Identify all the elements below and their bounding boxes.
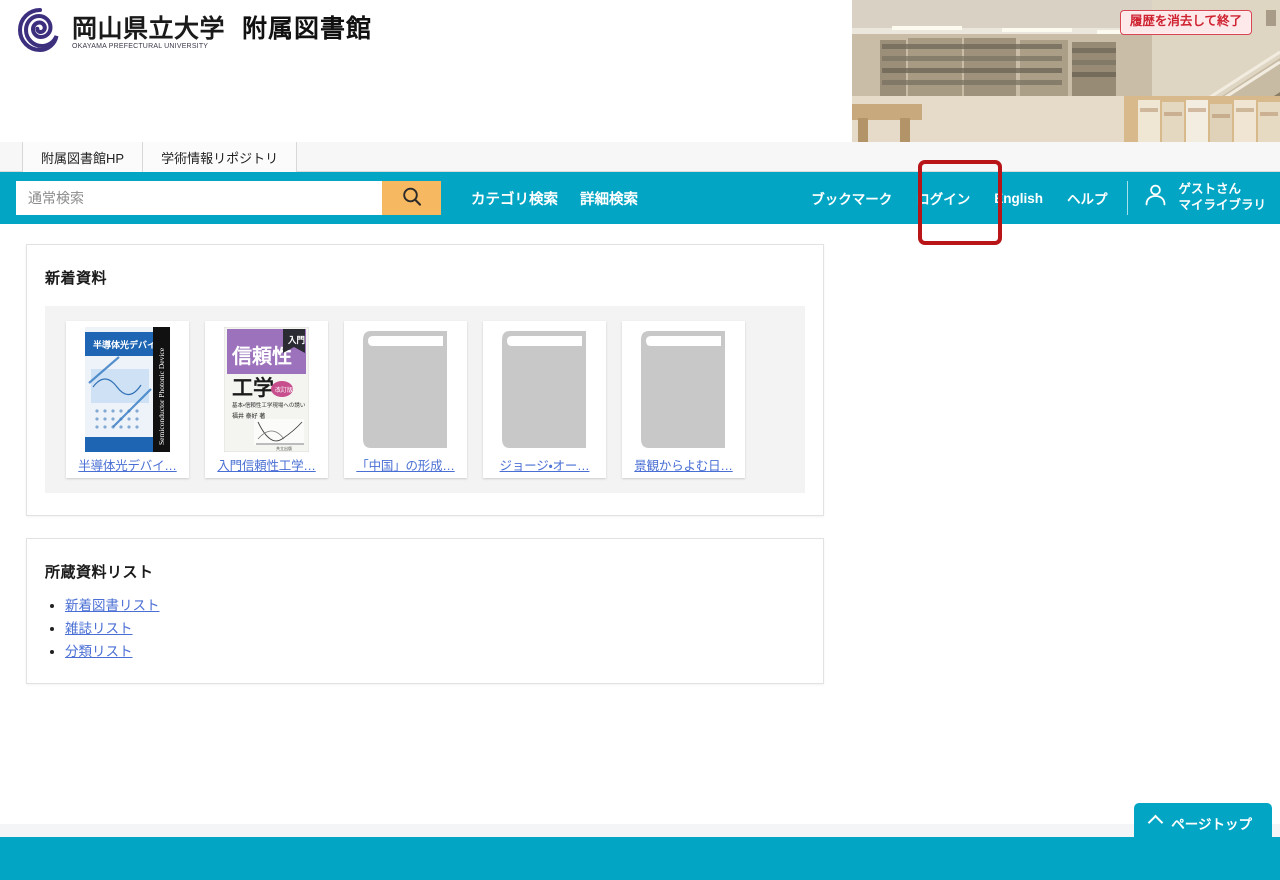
book-card[interactable]: ジョージ・オー…	[483, 321, 606, 479]
list-item: 分類リスト	[65, 640, 823, 661]
library-name: 附属図書館	[242, 15, 373, 44]
svg-text:工学: 工学	[232, 376, 274, 400]
holdings-list-panel: 所蔵資料リスト 新着図書リスト 雑誌リスト 分類リスト	[26, 538, 824, 685]
utility-links: ブックマーク ログイン English ヘルプ	[811, 188, 1107, 208]
placeholder-book-icon	[489, 327, 600, 454]
mylibrary-button[interactable]: ゲストさん マイライブラリ	[1142, 182, 1272, 214]
svg-text:信頼性: 信頼性	[231, 344, 292, 368]
site-logo[interactable]: 岡山県立大学 OKAYAMA PREFECTURAL UNIVERSITY 附属…	[17, 8, 372, 53]
tab-left-spacer	[0, 142, 22, 171]
category-search-link[interactable]: カテゴリ検索	[471, 188, 558, 209]
search-mode-links: カテゴリ検索 詳細検索	[471, 188, 638, 209]
book-card[interactable]: 景観からよむ日…	[622, 321, 745, 479]
site-footer	[0, 837, 1280, 880]
help-link[interactable]: ヘルプ	[1067, 188, 1108, 208]
search-input[interactable]	[16, 181, 382, 215]
book-title-link[interactable]: 入門信頼性工学…	[211, 458, 322, 474]
advanced-search-link[interactable]: 詳細検索	[580, 188, 638, 209]
book-title-link[interactable]: 半導体光デバイ…	[72, 458, 183, 474]
tab-repository[interactable]: 学術情報リポジトリ	[142, 142, 298, 172]
tab-library-hp[interactable]: 附属図書館HP	[22, 142, 143, 172]
new-books-list-link[interactable]: 新着図書リスト	[65, 598, 160, 613]
list-item: 新着図書リスト	[65, 594, 823, 615]
search-field-group	[16, 181, 441, 215]
content-bottom-gutter	[0, 824, 1280, 837]
book-title-link[interactable]: 景観からよむ日…	[628, 458, 739, 474]
svg-text:改訂版: 改訂版	[275, 386, 293, 394]
book-card[interactable]: 「中国」の形成…	[344, 321, 467, 479]
guest-name-label: ゲストさん	[1178, 182, 1241, 197]
book-cover-semiconductor: 半導体光デバイス Semiconductor Photonic Device	[72, 327, 183, 454]
placeholder-book-icon	[350, 327, 461, 454]
utility-divider	[1127, 181, 1129, 215]
book-title-link[interactable]: ジョージ・オー…	[489, 458, 600, 474]
page-top-label: ページトップ	[1171, 817, 1252, 832]
book-cover-reliability: 信頼性 入門 工学 改訂版 基本・信頼性工学現場への誘い 福井 泰好 著 共立出…	[211, 327, 322, 454]
book-card[interactable]: 半導体光デバイス Semiconductor Photonic Device 半…	[66, 321, 189, 479]
holdings-links: 新着図書リスト 雑誌リスト 分類リスト	[27, 594, 823, 661]
clear-history-exit-button[interactable]: 履歴を消去して終了	[1119, 10, 1252, 35]
mylibrary-labels: ゲストさん マイライブラリ	[1178, 182, 1266, 213]
user-icon	[1142, 182, 1169, 214]
header-utility-area: ブックマーク ログイン English ヘルプ ゲストさん マイライブラリ	[811, 172, 1280, 224]
svg-text:共立出版: 共立出版	[276, 445, 292, 451]
journals-list-link[interactable]: 雑誌リスト	[65, 621, 133, 636]
placeholder-book-icon	[628, 327, 739, 454]
list-item: 雑誌リスト	[65, 617, 823, 638]
english-link[interactable]: English	[994, 191, 1043, 206]
classification-list-link[interactable]: 分類リスト	[65, 644, 133, 659]
new-arrivals-shelf: 半導体光デバイス Semiconductor Photonic Device 半…	[45, 306, 805, 494]
site-header: 岡山県立大学 OKAYAMA PREFECTURAL UNIVERSITY 附属…	[0, 0, 1280, 142]
chevron-up-icon	[1147, 814, 1164, 830]
new-arrivals-panel: 新着資料 半導体光デバイス Semiconductor Photonic Dev…	[26, 244, 824, 517]
search-icon	[400, 185, 424, 212]
book-card[interactable]: 信頼性 入門 工学 改訂版 基本・信頼性工学現場への誘い 福井 泰好 著 共立出…	[205, 321, 328, 479]
search-submit-button[interactable]	[382, 181, 441, 215]
university-name-en: OKAYAMA PREFECTURAL UNIVERSITY	[72, 43, 209, 51]
book-title-link[interactable]: 「中国」の形成…	[350, 458, 461, 474]
holdings-list-title: 所蔵資料リスト	[45, 564, 154, 582]
university-name: 岡山県立大学 OKAYAMA PREFECTURAL UNIVERSITY	[72, 15, 226, 51]
main-content: 新着資料 半導体光デバイス Semiconductor Photonic Dev…	[0, 224, 1280, 829]
login-link[interactable]: ログイン	[916, 188, 970, 208]
bookmark-link[interactable]: ブックマーク	[811, 188, 892, 208]
svg-text:Semiconductor Photonic Device: Semiconductor Photonic Device	[157, 347, 166, 445]
svg-text:福井 泰好 著: 福井 泰好 著	[232, 412, 265, 420]
opac-home-page: 岡山県立大学 OKAYAMA PREFECTURAL UNIVERSITY 附属…	[0, 0, 1280, 880]
new-arrivals-title: 新着資料	[45, 270, 108, 287]
spiral-logo-icon	[17, 8, 62, 53]
svg-text:入門: 入門	[287, 335, 305, 345]
search-bar: カテゴリ検索 詳細検索 ブックマーク ログイン English ヘルプ ゲス	[0, 172, 1280, 224]
svg-text:基本・信頼性工学現場への誘い: 基本・信頼性工学現場への誘い	[232, 401, 306, 409]
site-nav-tabs: 附属図書館HP 学術情報リポジトリ	[0, 142, 1280, 172]
logo-text: 岡山県立大学 OKAYAMA PREFECTURAL UNIVERSITY 附属…	[72, 9, 372, 51]
mylibrary-label: マイライブラリ	[1178, 198, 1266, 212]
